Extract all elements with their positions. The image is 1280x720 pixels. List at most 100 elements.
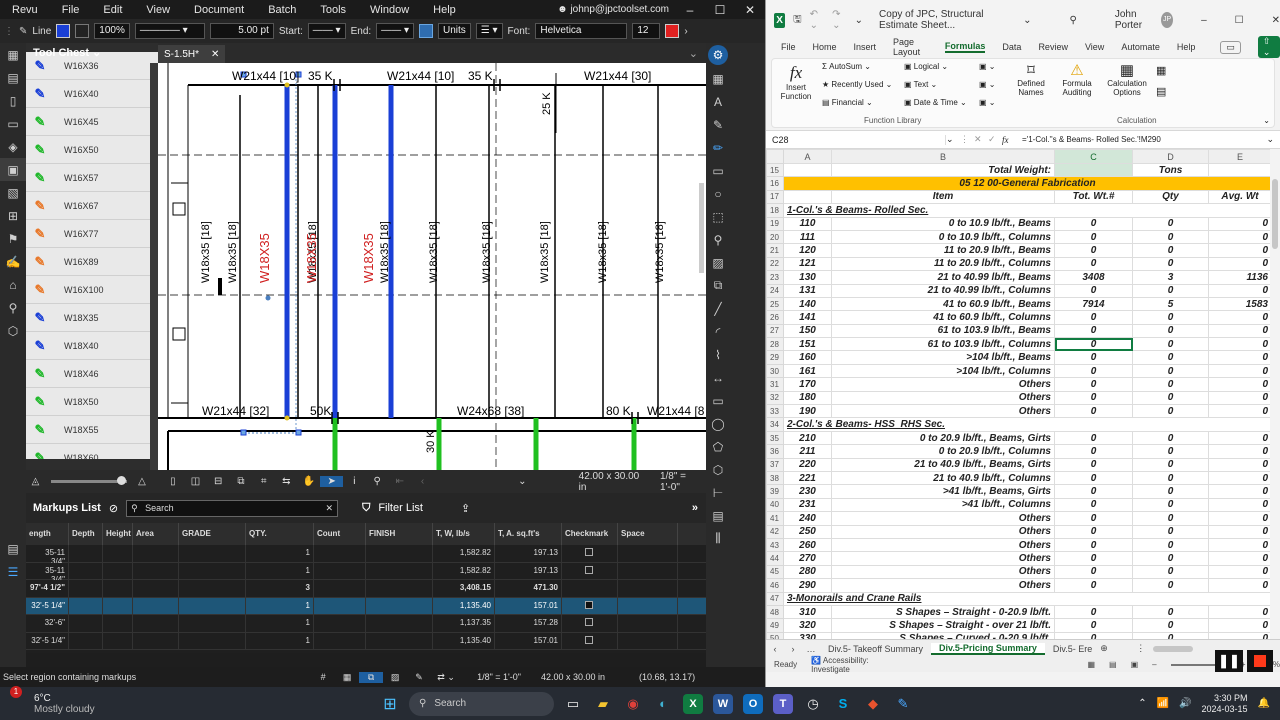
- column-header[interactable]: B: [831, 149, 1055, 164]
- calculation-options-button[interactable]: ▦ Calculation Options: [1102, 61, 1152, 97]
- tabs-dropdown-icon[interactable]: ⌄: [689, 47, 698, 60]
- autosum-button[interactable]: Σ AutoSum ⌄: [822, 62, 871, 71]
- cell-d[interactable]: 0: [1132, 484, 1209, 499]
- cell-e[interactable]: 0: [1208, 337, 1272, 352]
- cell-b[interactable]: 0 to 20.9 lb/ft., Beams, Girts: [831, 430, 1055, 446]
- clock-time[interactable]: 3:30 PM: [1202, 693, 1248, 704]
- cell-b[interactable]: >104 lb/ft., Beams: [831, 350, 1055, 365]
- row-number[interactable]: 26: [766, 310, 784, 325]
- checkmark-checkbox[interactable]: [585, 565, 593, 574]
- clock-date[interactable]: 2024-03-15: [1202, 704, 1248, 715]
- cell-c[interactable]: 0: [1054, 350, 1133, 365]
- cell-b[interactable]: 21 to 40.9 lb/ft., Columns: [831, 470, 1055, 486]
- sets-icon[interactable]: ⚑: [0, 227, 26, 250]
- cell-d[interactable]: 0: [1132, 578, 1209, 593]
- file-explorer-icon[interactable]: ▰: [589, 690, 617, 718]
- opacity-slider[interactable]: [50, 476, 127, 485]
- cell-e[interactable]: 0: [1208, 243, 1272, 258]
- cell-b[interactable]: Total Weight:: [831, 162, 1055, 178]
- cell-a[interactable]: 230: [783, 484, 832, 499]
- rectangle-icon[interactable]: ▭: [706, 389, 730, 412]
- cell-a[interactable]: 280: [783, 564, 832, 580]
- hide-icon[interactable]: ⊘: [109, 502, 118, 515]
- zoom-icon[interactable]: ⚲: [366, 476, 389, 487]
- cell-a[interactable]: 310: [783, 604, 832, 620]
- volume-icon[interactable]: 🔊: [1179, 698, 1191, 709]
- row-number[interactable]: 31: [766, 377, 784, 392]
- cell-d[interactable]: Qty: [1132, 189, 1209, 205]
- font-dropdown[interactable]: Helvetica: [535, 23, 628, 39]
- section-banner[interactable]: 05 12 00-General Fabrication: [783, 176, 1272, 191]
- cell-a[interactable]: 121: [783, 256, 832, 272]
- cell-d[interactable]: 0: [1132, 390, 1209, 406]
- minimize-icon[interactable]: –: [675, 3, 705, 17]
- tab-home[interactable]: Home: [813, 42, 837, 52]
- word-icon[interactable]: W: [713, 693, 733, 714]
- cell-c[interactable]: 0: [1054, 216, 1133, 231]
- workbook-title[interactable]: Copy of JPC, Structural Estimate Sheet..…: [879, 9, 1015, 31]
- math-button[interactable]: ▣ ⌄: [979, 80, 995, 89]
- grid-icon[interactable]: ▦: [0, 43, 26, 66]
- cell-d[interactable]: 0: [1132, 537, 1209, 553]
- circle-tool-icon[interactable]: ○: [706, 182, 730, 205]
- cell-a[interactable]: 270: [783, 551, 832, 566]
- markups-search-input[interactable]: ⚲ Search ✕: [126, 499, 339, 517]
- cell-b[interactable]: 0 to 10.9 lb/ft., Beams: [831, 216, 1055, 231]
- defined-names-button[interactable]: ⌑ Defined Names: [1010, 61, 1052, 97]
- toolchest-item[interactable]: ✎ W18X46: [26, 360, 158, 388]
- snap-markup-icon[interactable]: ▨: [383, 672, 407, 683]
- cell-a[interactable]: 150: [783, 323, 832, 339]
- row-number[interactable]: 19: [766, 216, 784, 231]
- row-number[interactable]: 24: [766, 283, 784, 298]
- menu-batch[interactable]: Batch: [256, 4, 308, 16]
- section-title[interactable]: 2-Col.'s & Beams- HSS_RHS Sec.: [783, 417, 1272, 432]
- row-number[interactable]: 42: [766, 524, 784, 539]
- cell-e[interactable]: 0: [1208, 470, 1272, 486]
- cell-c[interactable]: 0: [1054, 243, 1133, 258]
- row-number[interactable]: 18: [766, 203, 784, 218]
- cell-e[interactable]: 0: [1208, 537, 1272, 553]
- row-number[interactable]: 32: [766, 390, 784, 406]
- cell-e[interactable]: [1208, 162, 1272, 178]
- row-number[interactable]: 37: [766, 457, 784, 472]
- cell-c[interactable]: 0: [1054, 511, 1133, 526]
- row-number[interactable]: 38: [766, 470, 784, 486]
- name-box[interactable]: C28: [766, 134, 946, 145]
- maximize-icon[interactable]: ☐: [705, 3, 735, 17]
- overflow-icon[interactable]: ›: [684, 26, 687, 37]
- layers-icon[interactable]: ◈: [0, 135, 26, 158]
- cell-a[interactable]: 190: [783, 404, 832, 419]
- cell-a[interactable]: 220: [783, 457, 832, 472]
- arc-tool-icon[interactable]: ◜: [706, 320, 730, 343]
- cell-d[interactable]: 0: [1132, 497, 1209, 513]
- select-icon[interactable]: ➤: [320, 476, 344, 487]
- app-icon[interactable]: ◆: [859, 690, 887, 718]
- cell-b[interactable]: 41 to 60.9 lb/ft., Columns: [831, 310, 1055, 325]
- row-number[interactable]: 20: [766, 229, 784, 245]
- tab-page-layout[interactable]: Page Layout: [893, 37, 928, 57]
- polyline-icon[interactable]: ⌇: [706, 343, 730, 366]
- cell-d[interactable]: 0: [1132, 444, 1209, 459]
- cell-e[interactable]: 0: [1208, 404, 1272, 419]
- tool-chest-scrollbar[interactable]: [150, 63, 158, 470]
- toolchest-item[interactable]: ✎ W16X67: [26, 192, 158, 220]
- bookmarks-icon[interactable]: ▯: [0, 89, 26, 112]
- cell-b[interactable]: >41 lb/ft., Columns: [831, 497, 1055, 513]
- split-horizontal-icon[interactable]: ⊟: [207, 476, 230, 487]
- row-number[interactable]: 43: [766, 537, 784, 553]
- formula-auditing-button[interactable]: ⚠ Formula Auditing: [1056, 61, 1098, 97]
- menu-file[interactable]: File: [50, 4, 92, 16]
- close-icon[interactable]: ✕: [1272, 15, 1280, 26]
- cell-c[interactable]: 0: [1054, 363, 1133, 379]
- restore-icon[interactable]: ☐: [1235, 15, 1244, 26]
- insert-function-button[interactable]: fx Insert Function: [778, 63, 814, 101]
- cell-c[interactable]: 7914: [1054, 296, 1133, 312]
- cell-d[interactable]: 0: [1132, 457, 1209, 472]
- sheet-tab-pricing[interactable]: Div.5-Pricing Summary: [931, 642, 1045, 655]
- start-arrow-dropdown[interactable]: —— ▾: [307, 23, 346, 39]
- cell-b[interactable]: Others: [831, 404, 1055, 419]
- row-number[interactable]: 28: [766, 337, 784, 352]
- row-number[interactable]: 15: [766, 162, 784, 178]
- cell-a[interactable]: 131: [783, 283, 832, 298]
- col-length[interactable]: ength: [26, 523, 69, 545]
